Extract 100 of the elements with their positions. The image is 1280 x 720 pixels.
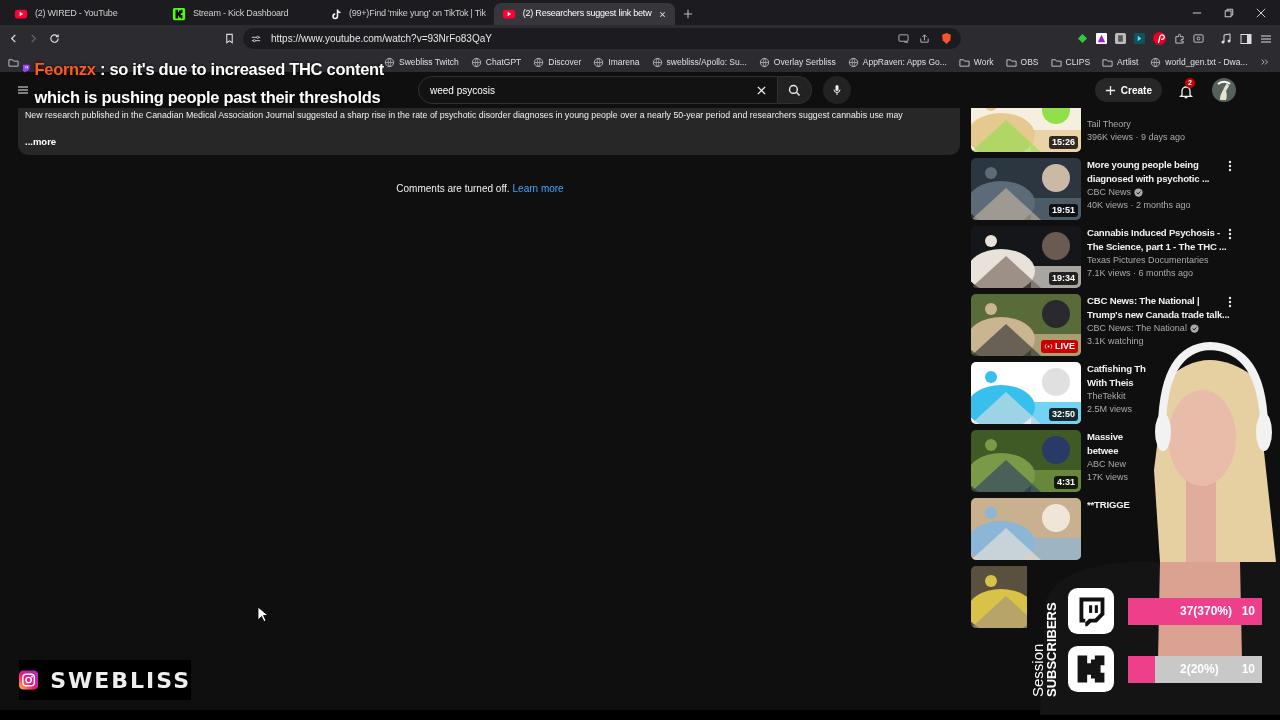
- chat-message: Feornzx : so it's due to increased THC content which is pushing people past their thresholds: [34, 59, 384, 108]
- channel-name[interactable]: Texas Pictures Documentaries: [1087, 254, 1209, 267]
- broadcast-icon: [1044, 341, 1053, 351]
- window-icon[interactable]: [1193, 33, 1204, 44]
- globe-icon: [593, 56, 605, 68]
- video-stats: 3.1K watching: [1087, 335, 1144, 348]
- tag-icon[interactable]: [1115, 33, 1126, 44]
- video-title[interactable]: More young people being diagnosed with psychotic ...: [1087, 158, 1210, 185]
- plus-icon: [1104, 84, 1116, 96]
- folder-icon[interactable]: [8, 56, 19, 68]
- shield-icon[interactable]: [940, 32, 953, 45]
- search-field[interactable]: weed psycosis: [418, 76, 778, 104]
- video-title[interactable]: CBC News: The National | Trump's new Canada trade talk...: [1087, 294, 1230, 321]
- channel-name[interactable]: CBC News: The National: [1087, 322, 1187, 335]
- folder-icon: [1005, 56, 1017, 68]
- microphone-button[interactable]: [823, 76, 851, 104]
- pin-icon[interactable]: [1153, 32, 1166, 45]
- search-button[interactable]: [778, 76, 812, 104]
- more-icon[interactable]: [1227, 296, 1233, 308]
- bookmark[interactable]: world_gen.txt - Dwa...: [1150, 55, 1248, 69]
- video-title[interactable]: **TRIGGE: [1087, 498, 1130, 512]
- channel-name[interactable]: TheTekkit: [1087, 390, 1126, 403]
- clear-icon[interactable]: [756, 84, 767, 96]
- goal-target: 10: [1241, 603, 1255, 620]
- bookmark[interactable]: Swebliss Twitch: [384, 55, 459, 69]
- avatar[interactable]: [1212, 78, 1236, 102]
- bookmark[interactable]: AppRaven: Apps Go...: [847, 55, 947, 69]
- music-icon[interactable]: [1220, 32, 1232, 45]
- tab[interactable]: (99+)Find 'mike yung' on TikTok | Tik: [322, 3, 494, 25]
- bookmark-icon[interactable]: [224, 33, 235, 44]
- subscribers-label: SUBSCRIBERS: [1045, 602, 1058, 697]
- video-stats: 396K views · 9 days ago: [1087, 131, 1186, 144]
- bookmark[interactable]: Overlay Serbliss: [758, 55, 836, 69]
- tab[interactable]: (2) Researchers suggest link betw: [493, 3, 676, 25]
- search-icon: [788, 83, 801, 97]
- goal-reading: 37(370%): [1180, 603, 1233, 620]
- sliders-icon[interactable]: [251, 33, 261, 44]
- globe-icon: [470, 56, 482, 68]
- play-icon: [501, 7, 516, 21]
- tab[interactable]: Stream - Kick Dashboard: [164, 3, 322, 25]
- menu-icon[interactable]: [1260, 32, 1272, 45]
- video-title[interactable]: Massive betwee: [1087, 430, 1123, 457]
- globe-icon: [758, 56, 770, 68]
- chevrons-icon[interactable]: [1260, 57, 1270, 67]
- description-text: New research published in the Canadian Medical Association Journal suggested a sharp rise in the rate of psychotic disorder diagnoses in young people over a nearly 50-year period and researchers suggest cannabis use may: [25, 109, 903, 121]
- close-icon[interactable]: [1256, 7, 1266, 18]
- more-link[interactable]: ...more: [25, 135, 57, 150]
- bell-icon[interactable]: [1178, 83, 1194, 99]
- globe-icon: [533, 56, 545, 68]
- arrow-square-icon[interactable]: [1134, 33, 1145, 44]
- folder-icon: [958, 56, 970, 68]
- bookmark[interactable]: Discover: [533, 55, 582, 69]
- video-title[interactable]: Catfishing Th With Theis: [1087, 362, 1146, 389]
- sidebar-icon[interactable]: [1240, 32, 1252, 45]
- puzzle-icon[interactable]: [1174, 33, 1185, 44]
- globe-icon: [384, 56, 395, 68]
- learn-more-link[interactable]: Learn more: [512, 181, 564, 196]
- channel-name[interactable]: CBC News: [1087, 186, 1131, 199]
- video-stats: 2.5M views: [1087, 403, 1132, 416]
- more-icon[interactable]: [1227, 160, 1233, 172]
- video-stats: 40K views · 2 months ago: [1087, 199, 1191, 212]
- menu-icon[interactable]: [17, 84, 29, 96]
- channel-name[interactable]: ABC New: [1087, 458, 1126, 471]
- tab[interactable]: (2) WIRED - YouTube: [6, 3, 164, 25]
- bookmark[interactable]: ChatGPT: [470, 55, 522, 69]
- folder-icon: [1102, 56, 1114, 68]
- more-icon[interactable]: [1227, 228, 1233, 240]
- bookmark[interactable]: OBS: [1005, 55, 1039, 69]
- diamond-icon[interactable]: [1077, 33, 1088, 44]
- video-stats: 17K views: [1087, 471, 1129, 484]
- bookmark[interactable]: Imarena: [593, 55, 640, 69]
- video-stats: 7.1K views · 6 months ago: [1087, 267, 1194, 280]
- address-bar[interactable]: https://www.youtube.com/watch?v=93NrFo83QaY: [243, 28, 961, 49]
- back-icon[interactable]: [8, 33, 19, 44]
- block-logo-icon: [172, 7, 186, 21]
- social-handle: SWEBLISS: [50, 666, 191, 695]
- reload-icon[interactable]: [49, 33, 60, 44]
- globe-icon: [1150, 56, 1162, 68]
- plus-icon[interactable]: [683, 9, 694, 19]
- bookmark[interactable]: swebliss/Apollo: Su...: [651, 55, 747, 69]
- note-icon: [330, 8, 342, 20]
- globe-icon: [651, 56, 663, 68]
- bookmark[interactable]: CLIPS: [1050, 55, 1091, 69]
- restore-icon[interactable]: [1224, 7, 1234, 18]
- blocky-logo-icon: [1068, 646, 1114, 692]
- bookmark[interactable]: Artlist: [1102, 55, 1139, 69]
- channel-name[interactable]: Tail Theory: [1087, 118, 1131, 131]
- triangle-icon[interactable]: [1096, 33, 1107, 44]
- cursor-icon: [257, 606, 269, 623]
- folder-icon: [1050, 56, 1062, 68]
- share-icon[interactable]: [919, 33, 930, 44]
- screen-icon[interactable]: [898, 33, 909, 44]
- bookmark[interactable]: Work: [958, 55, 994, 69]
- chat-bubble-icon: [1068, 588, 1114, 634]
- microphone-icon: [831, 84, 843, 96]
- close-icon[interactable]: [658, 9, 668, 19]
- video-title[interactable]: Cannabis Induced Psychosis - The Science, part 1 - The THC ...: [1087, 226, 1227, 253]
- session-label: Session: [1030, 643, 1045, 697]
- globe-icon: [847, 56, 859, 68]
- create-button[interactable]: Create: [1094, 78, 1162, 102]
